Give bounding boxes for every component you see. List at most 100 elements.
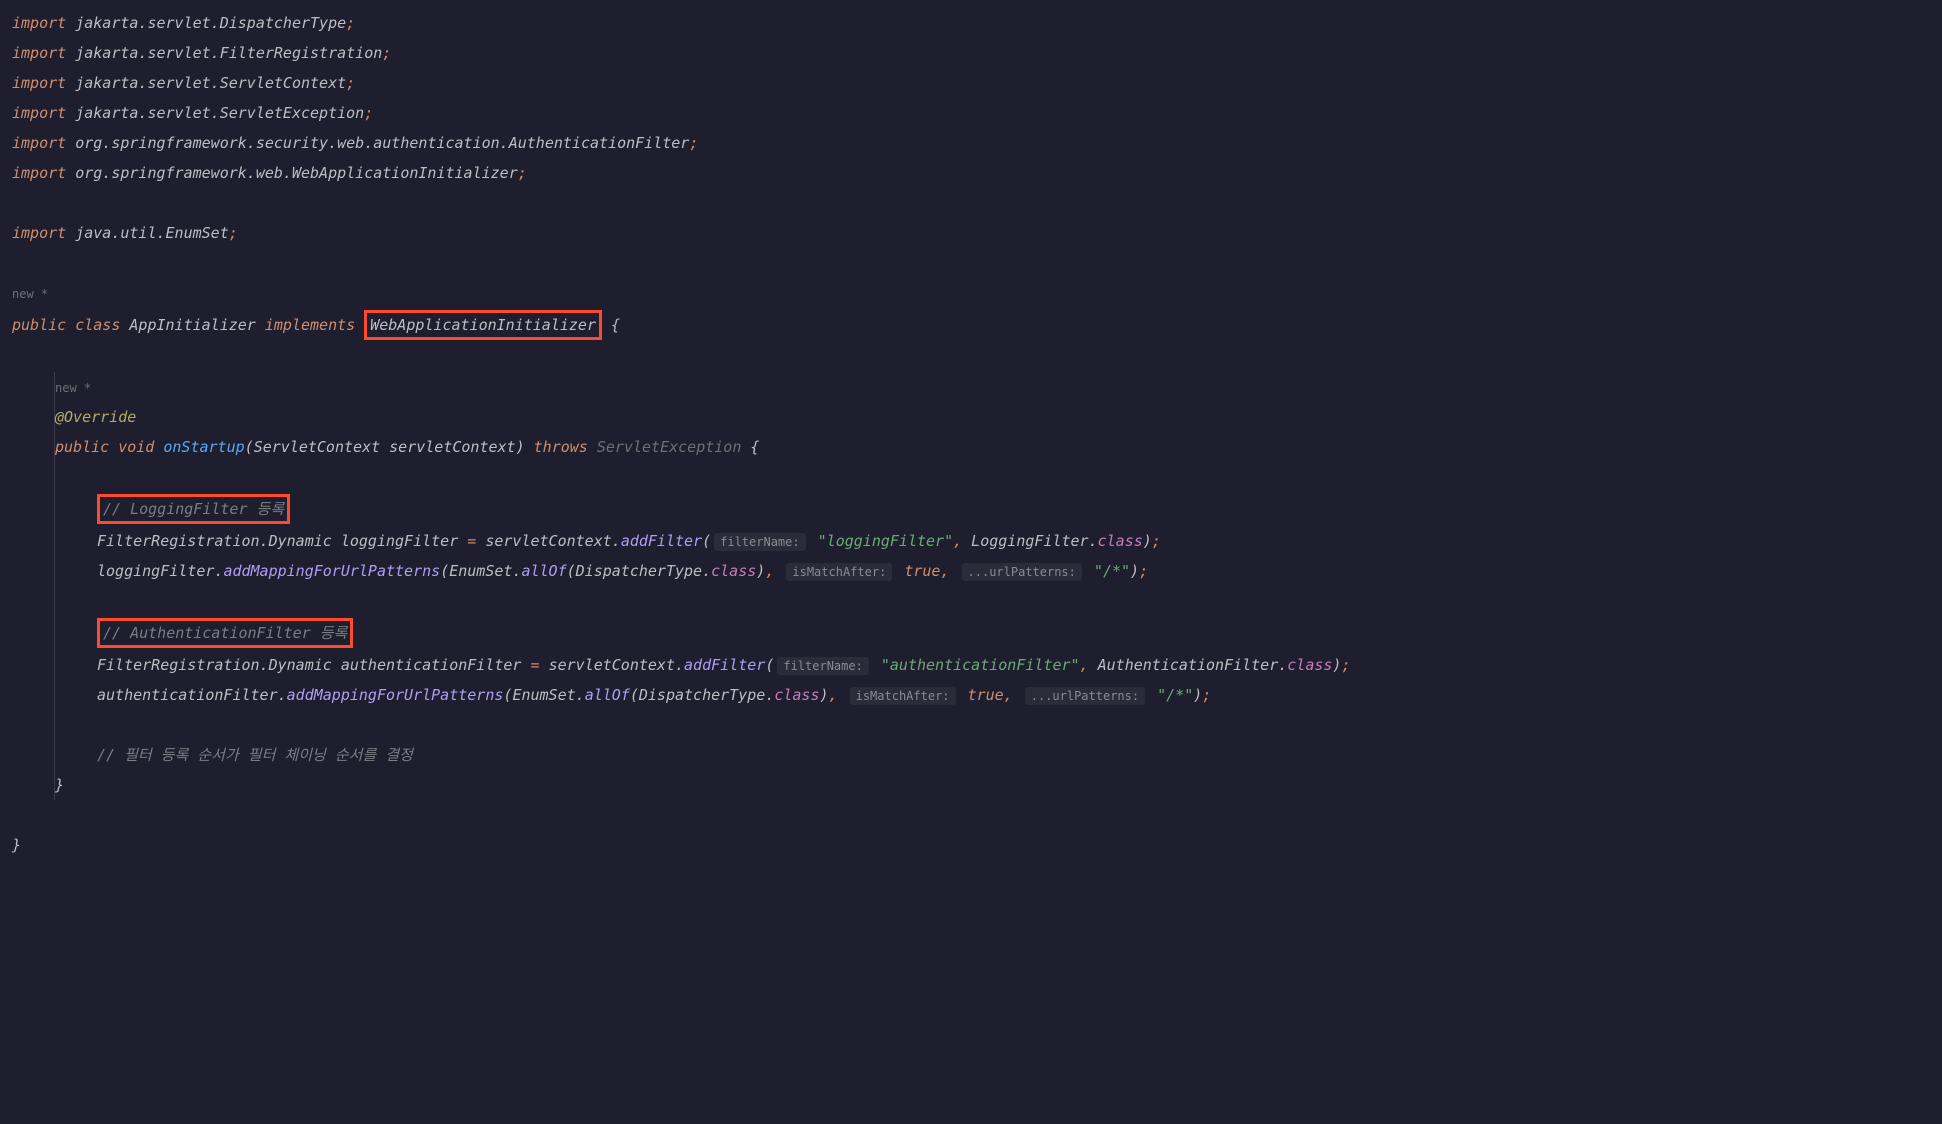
string-literal: "loggingFilter" xyxy=(818,532,953,550)
keyword-import: import xyxy=(12,104,66,122)
blank-line xyxy=(12,342,1930,372)
inlay-hint-line: new * xyxy=(55,372,1930,402)
blank-line xyxy=(97,710,1930,740)
close-brace-line: } xyxy=(12,830,1930,860)
keyword-throws: throws xyxy=(534,438,588,456)
comment-line: // AuthenticationFilter 등록 xyxy=(97,616,1930,650)
highlighted-comment: // LoggingFilter 등록 xyxy=(97,494,290,524)
semicolon: ; xyxy=(518,164,527,182)
method-name: onStartup xyxy=(163,438,244,456)
auth-comment: // AuthenticationFilter 등록 xyxy=(103,624,347,642)
method-call: addMappingForUrlPatterns xyxy=(287,686,504,704)
method-declaration: public void onStartup(ServletContext ser… xyxy=(55,432,1930,462)
keyword-void: void xyxy=(118,438,154,456)
semicolon: ; xyxy=(346,74,355,92)
semicolon: ; xyxy=(382,44,391,62)
keyword-implements: implements xyxy=(265,316,355,334)
comment-line: // 필터 등록 순서가 필터 체이닝 순서를 결정 xyxy=(97,740,1930,770)
code-line: loggingFilter.addMappingForUrlPatterns(E… xyxy=(97,556,1930,586)
package-path: jakarta.servlet.DispatcherType xyxy=(75,14,346,32)
class-name: AppInitializer xyxy=(129,316,255,334)
comment-line: // LoggingFilter 등록 xyxy=(97,492,1930,526)
keyword-public: public xyxy=(12,316,66,334)
param-hint: ...urlPatterns: xyxy=(1025,687,1145,705)
open-paren: ( xyxy=(245,438,254,456)
class-field: class xyxy=(774,686,819,704)
param-hint: filterName: xyxy=(714,533,805,551)
override-annotation: @Override xyxy=(55,408,136,426)
blank-line xyxy=(97,462,1930,492)
method-call: addFilter xyxy=(684,656,765,674)
semicolon: ; xyxy=(364,104,373,122)
param-hint: ...urlPatterns: xyxy=(962,563,1082,581)
type: Dynamic xyxy=(269,656,332,674)
inlay-hint-line: new * xyxy=(12,278,1930,308)
string-literal: "/*" xyxy=(1094,562,1130,580)
keyword-class: class xyxy=(75,316,120,334)
import-line: import jakarta.servlet.ServletContext; xyxy=(12,68,1930,98)
package-path: jakarta.servlet.ServletException xyxy=(75,104,364,122)
type: AuthenticationFilter xyxy=(1098,656,1279,674)
import-line: import org.springframework.web.WebApplic… xyxy=(12,158,1930,188)
variable: servletContext xyxy=(549,656,675,674)
code-line: FilterRegistration.Dynamic authenticatio… xyxy=(97,650,1930,680)
order-comment: // 필터 등록 순서가 필터 체이닝 순서를 결정 xyxy=(97,746,413,764)
keyword-import: import xyxy=(12,164,66,182)
import-line: import jakarta.servlet.DispatcherType; xyxy=(12,8,1930,38)
method-call: allOf xyxy=(521,562,566,580)
close-brace: } xyxy=(55,776,64,794)
type: DispatcherType xyxy=(576,562,702,580)
code-editor[interactable]: import jakarta.servlet.DispatcherType; i… xyxy=(0,8,1942,860)
type: DispatcherType xyxy=(639,686,765,704)
type: Dynamic xyxy=(269,532,332,550)
package-path: java.util.EnumSet xyxy=(75,224,229,242)
param-type: ServletContext xyxy=(254,438,380,456)
open-brace: { xyxy=(611,316,620,334)
close-paren: ) xyxy=(516,438,525,456)
open-brace: { xyxy=(750,438,759,456)
type: FilterRegistration xyxy=(97,532,260,550)
class-field: class xyxy=(1287,656,1332,674)
variable: loggingFilter xyxy=(97,562,214,580)
blank-line xyxy=(12,188,1930,218)
exception-type: ServletException xyxy=(597,438,742,456)
keyword-import: import xyxy=(12,134,66,152)
type: EnumSet xyxy=(512,686,575,704)
param-hint: isMatchAfter: xyxy=(850,687,956,705)
logging-comment: // LoggingFilter 등록 xyxy=(103,500,284,518)
param-hint: filterName: xyxy=(777,657,868,675)
package-path: org.springframework.security.web.authent… xyxy=(75,134,689,152)
package-path: org.springframework.web.WebApplicationIn… xyxy=(75,164,518,182)
code-line: authenticationFilter.addMappingForUrlPat… xyxy=(97,680,1930,710)
string-literal: "/*" xyxy=(1157,686,1193,704)
method-inner-block: // LoggingFilter 등록 FilterRegistration.D… xyxy=(97,462,1930,770)
semicolon: ; xyxy=(229,224,238,242)
class-field: class xyxy=(1098,532,1143,550)
blank-line xyxy=(12,800,1930,830)
new-hint: new * xyxy=(12,287,48,301)
method-call: addFilter xyxy=(621,532,702,550)
import-line: import java.util.EnumSet; xyxy=(12,218,1930,248)
new-hint: new * xyxy=(55,381,91,395)
highlighted-interface: WebApplicationInitializer xyxy=(364,310,602,340)
package-path: jakarta.servlet.ServletContext xyxy=(75,74,346,92)
blank-line xyxy=(12,248,1930,278)
variable: loggingFilter xyxy=(341,532,458,550)
semicolon: ; xyxy=(346,14,355,32)
code-line: FilterRegistration.Dynamic loggingFilter… xyxy=(97,526,1930,556)
close-brace-line: } xyxy=(55,770,1930,800)
keyword-import: import xyxy=(12,44,66,62)
annotation-line: @Override xyxy=(55,402,1930,432)
close-brace: } xyxy=(12,836,21,854)
method-call: addMappingForUrlPatterns xyxy=(223,562,440,580)
blank-line xyxy=(97,586,1930,616)
param-hint: isMatchAfter: xyxy=(786,563,892,581)
import-line: import jakarta.servlet.FilterRegistratio… xyxy=(12,38,1930,68)
boolean: true xyxy=(968,686,1004,704)
type: LoggingFilter xyxy=(971,532,1088,550)
keyword-import: import xyxy=(12,14,66,32)
keyword-public: public xyxy=(55,438,109,456)
interface-name: WebApplicationInitializer xyxy=(370,316,596,334)
import-line: import org.springframework.security.web.… xyxy=(12,128,1930,158)
package-path: jakarta.servlet.FilterRegistration xyxy=(75,44,382,62)
